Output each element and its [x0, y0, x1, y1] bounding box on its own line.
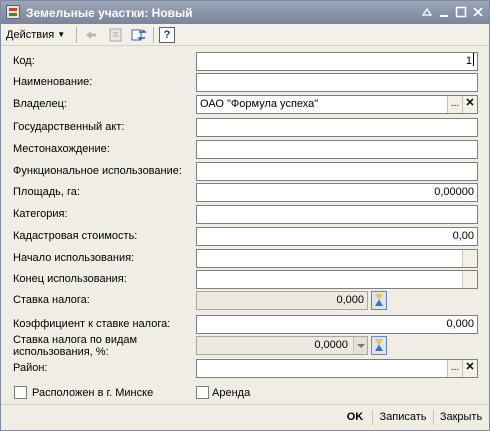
hourglass-icon[interactable]: [371, 336, 387, 355]
maximize-icon: [455, 6, 467, 18]
text-cursor: [473, 53, 474, 66]
use-start-field[interactable]: . .: [196, 249, 478, 268]
functional-use-field[interactable]: [196, 162, 478, 181]
minimize-button[interactable]: [436, 4, 452, 20]
in-minsk-checkbox[interactable]: [14, 386, 27, 399]
actions-menu[interactable]: Действия ▼: [6, 27, 65, 43]
maximize-button[interactable]: [453, 4, 469, 20]
use-start-label: Начало использования:: [13, 252, 135, 264]
structure-button[interactable]: [108, 27, 124, 43]
district-select-button[interactable]: ...: [447, 360, 462, 377]
pin-icon: [421, 7, 433, 16]
app-icon: [6, 5, 20, 19]
code-label: Код:: [13, 55, 35, 67]
code-field[interactable]: 1: [196, 52, 478, 71]
owner-clear-button[interactable]: ✕: [462, 96, 477, 113]
category-field[interactable]: [196, 205, 478, 224]
tax-coefficient-label: Коэффициент к ставке налога:: [13, 318, 171, 330]
use-end-label: Конец использования:: [13, 273, 127, 285]
row-location: Местонахождение:: [1, 140, 489, 160]
code-value: 1: [465, 55, 472, 67]
calendar-button[interactable]: [462, 250, 477, 267]
footer-divider: [433, 410, 434, 425]
footer-divider: [372, 410, 373, 425]
area-field[interactable]: 0,00000: [196, 183, 478, 202]
tax-rate-by-use-label: Ставка налога по видам использования, %:: [13, 334, 138, 358]
row-checkboxes: Расположен в г. Минске Аренда: [1, 385, 489, 405]
calendar-button[interactable]: [462, 271, 477, 288]
structure-icon: [109, 28, 122, 42]
row-use-end: Конец использования: . .: [1, 270, 489, 290]
row-tax-coefficient: Коэффициент к ставке налога: 0,000: [1, 315, 489, 335]
title-bar: Земельные участки: Новый: [1, 1, 489, 24]
row-code: Код: 1: [1, 52, 489, 72]
tax-coefficient-field[interactable]: 0,000: [196, 315, 478, 334]
ok-button[interactable]: OK: [340, 409, 370, 426]
toolbar-divider: [76, 27, 77, 43]
close-window-button[interactable]: [470, 4, 486, 20]
location-label: Местонахождение:: [13, 143, 110, 155]
close-icon: [473, 7, 483, 17]
help-window-button[interactable]: [419, 4, 435, 20]
hourglass-icon[interactable]: [371, 291, 387, 310]
row-owner: Владелец: ОАО "Формула успеха" ... ✕: [1, 95, 489, 115]
refresh-icon: [131, 29, 147, 41]
row-state-act: Государственный акт:: [1, 118, 489, 138]
window-title: Земельные участки: Новый: [26, 6, 193, 20]
use-end-field[interactable]: . .: [196, 270, 478, 289]
cadastral-value-field[interactable]: 0,00: [196, 227, 478, 246]
row-use-start: Начало использования: . .: [1, 249, 489, 269]
row-name: Наименование:: [1, 73, 489, 93]
category-label: Категория:: [13, 208, 68, 220]
refresh-button[interactable]: [131, 27, 147, 43]
district-field[interactable]: ... ✕: [196, 359, 478, 378]
location-field[interactable]: [196, 140, 478, 159]
row-district: Район: ... ✕: [1, 359, 489, 379]
arrow-left-icon: [86, 31, 96, 39]
owner-value: ОАО "Формула успеха": [200, 98, 319, 110]
owner-label: Владелец:: [13, 98, 67, 110]
help-button[interactable]: ?: [159, 27, 175, 43]
close-button[interactable]: Закрыть: [436, 409, 486, 426]
district-clear-button[interactable]: ✕: [462, 360, 477, 377]
functional-use-label: Функциональное использование:: [13, 165, 182, 177]
in-minsk-label: Расположен в г. Минске: [32, 387, 154, 399]
owner-select-button[interactable]: ...: [447, 96, 462, 113]
state-act-label: Государственный акт:: [13, 121, 125, 133]
save-button[interactable]: Записать: [375, 409, 431, 426]
form-window: Земельные участки: Новый Действия ▼ ? Ко…: [0, 0, 490, 431]
area-label: Площадь, га:: [13, 186, 80, 198]
tax-rate-label: Ставка налога:: [13, 294, 90, 306]
tax-rate-by-use-value: 0,0000: [314, 339, 348, 351]
actions-label: Действия: [6, 29, 55, 41]
name-field[interactable]: [196, 73, 478, 92]
lease-checkbox[interactable]: [196, 386, 209, 399]
toolbar: Действия ▼ ?: [1, 24, 489, 46]
row-category: Категория:: [1, 205, 489, 225]
state-act-field[interactable]: [196, 118, 478, 137]
chevron-down-icon: ▼: [57, 30, 66, 39]
row-area: Площадь, га: 0,00000: [1, 183, 489, 203]
minimize-icon: [440, 15, 448, 17]
row-tax-rate: Ставка налога: 0,000: [1, 291, 489, 311]
chevron-down-icon[interactable]: [353, 337, 367, 354]
owner-field[interactable]: ОАО "Формула успеха" ... ✕: [196, 95, 478, 114]
cadastral-value-label: Кадастровая стоимость:: [13, 230, 138, 242]
toolbar-divider: [153, 27, 154, 43]
footer-bar: OK Записать Закрыть: [1, 404, 489, 430]
row-cadastral-value: Кадастровая стоимость: 0,00: [1, 227, 489, 247]
name-label: Наименование:: [13, 76, 93, 88]
tax-rate-by-use-field: 0,0000: [196, 336, 368, 355]
tax-rate-field: 0,000: [196, 291, 368, 310]
district-label: Район:: [13, 362, 48, 374]
row-functional-use: Функциональное использование:: [1, 162, 489, 182]
lease-label: Аренда: [212, 387, 251, 399]
go-back-button[interactable]: [83, 27, 99, 43]
